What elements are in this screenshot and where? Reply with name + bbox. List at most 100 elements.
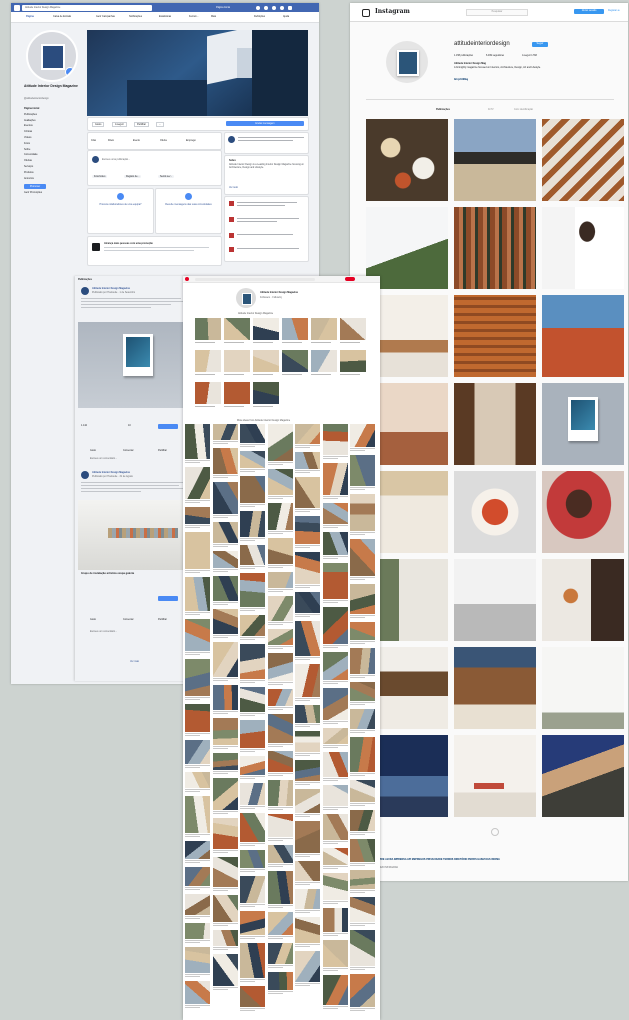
- pinterest-pin[interactable]: [240, 876, 265, 910]
- pin-image[interactable]: [212, 609, 238, 634]
- pin-image[interactable]: [322, 652, 348, 680]
- pinterest-avatar[interactable]: [236, 288, 256, 308]
- link-preview-title[interactable]: Grupo de instalação artística ocupa gale…: [81, 572, 189, 575]
- pin-image[interactable]: [267, 912, 293, 935]
- pinterest-pin[interactable]: [185, 947, 210, 980]
- menu-chevron-icon[interactable]: [288, 5, 292, 10]
- pin-image[interactable]: [240, 986, 265, 1007]
- pinterest-pin[interactable]: [212, 753, 238, 777]
- comment-box-1[interactable]: Escreve um comentário...: [78, 454, 190, 464]
- pinterest-pin[interactable]: [350, 930, 375, 973]
- pinterest-board-thumbnail[interactable]: [195, 318, 221, 340]
- see-all-link[interactable]: Ver tudo: [229, 186, 238, 189]
- pin-image[interactable]: [240, 451, 265, 468]
- pin-image[interactable]: [295, 705, 320, 723]
- footer-link[interactable]: TERMOS: [443, 858, 453, 861]
- pinterest-pin[interactable]: [212, 895, 238, 929]
- pin-image[interactable]: [350, 974, 375, 1007]
- pinterest-pin[interactable]: [212, 954, 238, 993]
- pin-image[interactable]: [267, 780, 293, 806]
- pin-image[interactable]: [212, 930, 238, 946]
- instagram-logo[interactable]: Instagram: [375, 8, 410, 15]
- facebook-logo-icon[interactable]: [14, 4, 20, 11]
- tab-inbox[interactable]: Caixa de Entrada: [53, 15, 71, 18]
- pinterest-board-thumbnail[interactable]: [195, 350, 221, 372]
- instagram-post[interactable]: [542, 119, 624, 201]
- pin-image[interactable]: [267, 943, 293, 964]
- pinterest-pin[interactable]: [350, 494, 375, 538]
- post-like-button[interactable]: Gosto: [90, 618, 96, 621]
- pinterest-pin[interactable]: [212, 718, 238, 752]
- pinterest-pin[interactable]: [240, 573, 265, 614]
- pinterest-board-thumbnail[interactable]: [282, 350, 308, 372]
- tab-insights[interactable]: Estatísticas: [159, 15, 171, 18]
- pin-image[interactable]: [212, 482, 238, 514]
- pinterest-pin[interactable]: [240, 545, 265, 572]
- messenger-icon[interactable]: [264, 5, 268, 10]
- pin-image[interactable]: [295, 731, 320, 752]
- see-more-link[interactable]: Ver mais: [130, 660, 139, 663]
- pin-image[interactable]: [350, 455, 375, 486]
- comment-input[interactable]: Escreve um comentário...: [90, 457, 117, 460]
- instagram-camera-icon[interactable]: [362, 9, 370, 17]
- tab-settings[interactable]: Definições: [254, 15, 265, 18]
- photo-video-chip[interactable]: Foto/vídeo: [92, 175, 108, 178]
- pin-image[interactable]: [240, 943, 265, 978]
- instagram-post[interactable]: [454, 295, 536, 377]
- pin-image[interactable]: [295, 917, 320, 943]
- pin-image[interactable]: [267, 424, 293, 461]
- pinterest-board-thumbnail[interactable]: [195, 382, 221, 404]
- footer-link[interactable]: PERFIS: [468, 858, 477, 861]
- post-author[interactable]: Attitude Interior Design Magazine: [92, 287, 130, 290]
- post-author-avatar[interactable]: [81, 287, 89, 295]
- boost-post-button[interactable]: [158, 424, 178, 429]
- composer-tab-job[interactable]: Emprego: [186, 139, 196, 142]
- pin-image[interactable]: [212, 753, 238, 770]
- pinterest-pin[interactable]: [240, 476, 265, 510]
- pin-image[interactable]: [212, 954, 238, 986]
- instagram-post[interactable]: [454, 471, 536, 553]
- pinterest-pin[interactable]: [185, 507, 210, 531]
- pin-image[interactable]: [212, 522, 238, 543]
- pinterest-pin[interactable]: [350, 648, 375, 681]
- tab-notifications[interactable]: Notificações: [129, 15, 142, 18]
- pinterest-pin[interactable]: [212, 482, 238, 521]
- promote-button[interactable]: Promover: [24, 184, 46, 190]
- pinterest-board-thumbnail[interactable]: [253, 382, 279, 404]
- instagram-post[interactable]: [542, 735, 624, 817]
- footer-link[interactable]: IDIOMA: [491, 858, 500, 861]
- pinterest-pin[interactable]: [185, 981, 210, 1011]
- share-button[interactable]: Partilhar: [134, 122, 149, 127]
- pinterest-pin[interactable]: [350, 780, 375, 809]
- pinterest-pin[interactable]: [322, 424, 348, 462]
- pinterest-pin[interactable]: [185, 704, 210, 739]
- pin-image[interactable]: [350, 870, 375, 889]
- pin-image[interactable]: [322, 814, 348, 840]
- pin-image[interactable]: [185, 424, 210, 459]
- pinterest-board-thumbnail[interactable]: [311, 350, 337, 372]
- pin-image[interactable]: [350, 648, 375, 674]
- pinterest-pin[interactable]: [185, 772, 210, 795]
- tab-tagged[interactable]: Com identificação: [514, 108, 533, 111]
- pinterest-pin[interactable]: [322, 728, 348, 751]
- pinterest-pin[interactable]: [212, 642, 238, 684]
- pinterest-pin[interactable]: [185, 467, 210, 506]
- pinterest-pin[interactable]: [295, 592, 320, 620]
- pinterest-pin[interactable]: [240, 986, 265, 1014]
- pin-image[interactable]: [295, 821, 320, 853]
- instagram-post[interactable]: [454, 207, 536, 289]
- pinterest-pin[interactable]: [322, 975, 348, 1012]
- pinterest-pin[interactable]: [295, 821, 320, 860]
- footer-link[interactable]: IMPRENSA: [394, 858, 407, 861]
- pin-image[interactable]: [295, 452, 320, 469]
- pinterest-pin[interactable]: [240, 720, 265, 755]
- pin-image[interactable]: [322, 463, 348, 495]
- pinterest-pin[interactable]: [322, 940, 348, 974]
- pin-image[interactable]: [240, 573, 265, 607]
- pin-image[interactable]: [240, 476, 265, 503]
- pinterest-pin[interactable]: [185, 424, 210, 466]
- pin-image[interactable]: [295, 889, 320, 909]
- pin-image[interactable]: [185, 659, 210, 696]
- pin-image[interactable]: [185, 772, 210, 788]
- pinterest-pin[interactable]: [185, 740, 210, 771]
